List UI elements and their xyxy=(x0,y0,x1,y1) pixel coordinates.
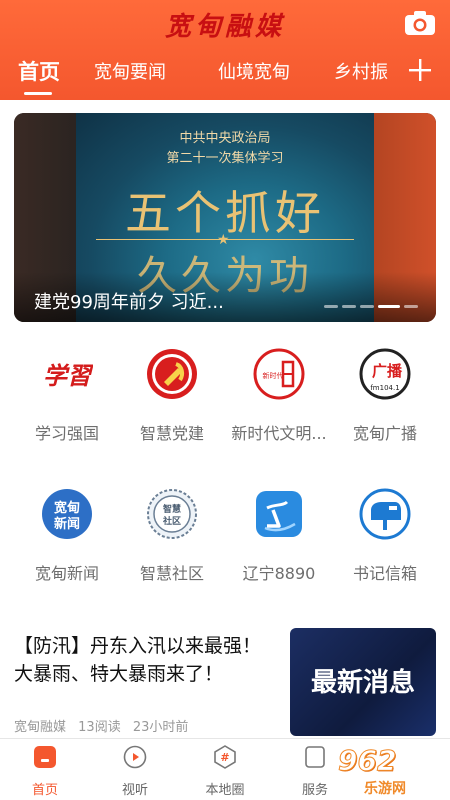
banner-carousel[interactable]: 中共中央政治局 第二十一次集体学习 五个抓好 ★ 久久为功 建党99周年前夕 习… xyxy=(14,113,436,322)
banner-caption[interactable]: 建党99周年前夕 习近... xyxy=(34,288,224,314)
grid-label: 新时代文明... xyxy=(231,424,327,443)
tab-kuandian-news[interactable]: 宽甸要闻 xyxy=(94,58,166,84)
carousel-dot[interactable] xyxy=(342,305,356,308)
grid-label: 学习强国 xyxy=(34,424,99,443)
app-screen: 宽甸融媒 首页 宽甸要闻 仙境宽甸 乡村振 中共中央政治局 第二十一次集体学习 … xyxy=(0,0,450,800)
community-logo-text-1: 智慧 xyxy=(163,503,181,515)
radio-frequency-text: fm104.1 xyxy=(370,384,399,392)
liaoning-8890-icon xyxy=(256,491,302,537)
news-read-count: 13阅读 xyxy=(78,720,121,735)
nav-local-circle[interactable]: # 本地圈 xyxy=(180,739,270,800)
plus-icon[interactable] xyxy=(408,58,432,82)
play-icon xyxy=(123,745,147,769)
grid-item-kuandian-news[interactable]: 宽甸 新闻 宽甸新闻 xyxy=(13,488,121,588)
hashtag-icon: # xyxy=(214,745,236,769)
xuexi-logo-text: 学習 xyxy=(43,361,93,390)
grid-item-party-building[interactable]: 智慧党建 xyxy=(118,348,226,448)
grid-label: 宽甸新闻 xyxy=(34,564,99,583)
tab-home[interactable]: 首页 xyxy=(18,56,60,86)
grid-item-new-era-civilization[interactable]: 新时代 新时代文明... xyxy=(225,348,333,448)
carousel-dot[interactable] xyxy=(360,305,374,308)
news-headline[interactable]: 【防汛】丹东入汛以来最强！大暴雨、特大暴雨来了！ xyxy=(14,632,276,688)
watermark-site-name: 乐游网 xyxy=(364,781,406,797)
community-logo-text-2: 社区 xyxy=(162,515,181,527)
grid-label: 书记信箱 xyxy=(352,564,417,583)
grid-item-smart-community[interactable]: 智慧 社区 智慧社区 xyxy=(118,488,226,588)
news-logo-text-2: 新闻 xyxy=(54,516,80,532)
carousel-dot[interactable] xyxy=(404,305,418,308)
watermark-number: 962 xyxy=(337,744,397,778)
radio-logo-text: 广播 xyxy=(372,362,403,380)
radio-fm-icon: 广播 fm104.1 xyxy=(359,348,411,400)
news-source: 宽甸融媒 xyxy=(14,720,67,735)
news-thumbnail-text: 最新消息 xyxy=(310,668,415,698)
grid-label: 辽宁8890 xyxy=(242,564,316,583)
nav-audio-video[interactable]: 视听 xyxy=(90,739,180,800)
grid-label: 智慧社区 xyxy=(139,564,204,583)
poster-heading-1: 中共中央政治局 xyxy=(179,131,271,146)
xuexi-logo-icon: 学習 xyxy=(43,361,93,390)
grid-item-liaoning-8890[interactable]: 辽宁8890 xyxy=(225,488,333,588)
grid-item-secretary-mailbox[interactable]: 书记信箱 xyxy=(331,488,439,588)
tab-xianjing-kuandian[interactable]: 仙境宽甸 xyxy=(218,58,290,84)
kuandian-news-icon: 宽甸 新闻 xyxy=(42,489,92,539)
tab-rural-revitalization[interactable]: 乡村振 xyxy=(334,58,388,84)
carousel-indicator xyxy=(324,305,418,309)
carousel-dot-active[interactable] xyxy=(378,305,400,308)
site-watermark: 962 乐游网 xyxy=(318,738,450,800)
app-title: 宽甸融媒 xyxy=(164,12,285,42)
news-thumbnail[interactable]: 最新消息 xyxy=(290,628,436,736)
nav-label: 本地圈 xyxy=(205,783,245,798)
grid-item-xuexi[interactable]: 学習 学习强国 xyxy=(13,348,121,448)
carousel-dot[interactable] xyxy=(324,305,338,308)
svg-text:#: # xyxy=(220,751,229,764)
nav-label: 首页 xyxy=(31,783,58,798)
poster-heading-2: 第二十一次集体学习 xyxy=(166,151,284,166)
mailbox-icon xyxy=(359,488,411,540)
news-timestamp: 23小时前 xyxy=(132,720,189,735)
grid-label: 智慧党建 xyxy=(139,424,204,443)
news-logo-text-1: 宽甸 xyxy=(53,500,80,516)
nav-label: 视听 xyxy=(121,783,148,798)
active-tab-indicator xyxy=(24,92,52,95)
camera-icon[interactable] xyxy=(404,10,436,36)
channel-tabs: 首页 宽甸要闻 仙境宽甸 乡村振 xyxy=(0,56,450,95)
news-meta: 宽甸融媒 13阅读 23小时前 xyxy=(14,716,196,735)
nav-home[interactable]: 首页 xyxy=(0,739,90,800)
smart-community-icon: 智慧 社区 xyxy=(147,489,197,539)
home-icon xyxy=(34,746,56,768)
new-era-civilization-icon: 新时代 xyxy=(253,348,305,400)
header-bar: 宽甸融媒 首页 宽甸要闻 仙境宽甸 乡村振 xyxy=(0,0,450,100)
new-era-logo-text: 新时代 xyxy=(263,371,284,380)
party-emblem-icon xyxy=(147,349,197,399)
grid-label: 宽甸广播 xyxy=(352,424,417,443)
grid-item-kuandian-radio[interactable]: 广播 fm104.1 宽甸广播 xyxy=(331,348,439,448)
